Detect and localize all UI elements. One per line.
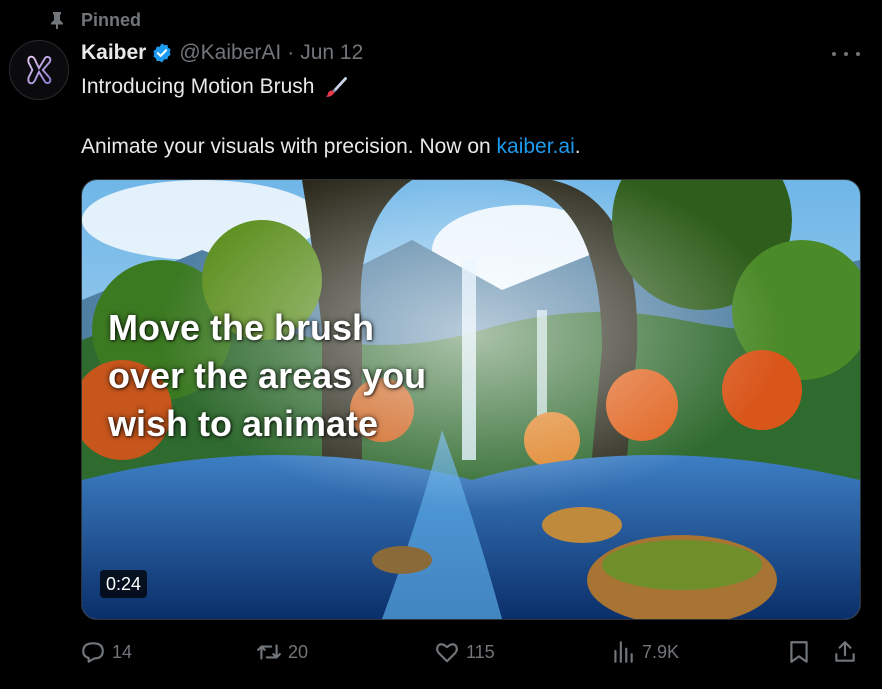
tweet-text-line1: Introducing Motion Brush	[81, 72, 348, 102]
tweet-actions: 14 20 115 7.9K	[0, 634, 882, 670]
like-button[interactable]: 115	[434, 634, 495, 670]
header-separator: ·	[287, 41, 295, 64]
more-dot	[844, 52, 848, 56]
paintbrush-icon	[326, 77, 348, 97]
analytics-icon	[614, 641, 633, 663]
video-overlay-caption: Move the brush over the areas you wish t…	[108, 307, 427, 444]
video-player[interactable]: Move the brush over the areas you wish t…	[81, 179, 861, 620]
tweet-text-suffix: .	[574, 135, 581, 158]
pinned-label: Pinned	[81, 9, 142, 30]
views-button[interactable]: 7.9K	[610, 634, 679, 670]
tweet-text-intro: Introducing Motion Brush	[81, 75, 315, 98]
kaiber-link[interactable]: kaiber.ai	[497, 135, 575, 159]
like-count: 115	[466, 641, 495, 662]
tweet-date[interactable]: Jun 12	[300, 41, 363, 65]
verified-badge-icon[interactable]	[151, 42, 173, 64]
pin-icon	[51, 12, 63, 29]
views-count: 7.9K	[642, 641, 680, 662]
retweet-icon	[257, 644, 281, 660]
author-name[interactable]: Kaiber	[81, 41, 146, 65]
tweet-header: Kaiber @KaiberAI · Jun 12	[81, 38, 363, 68]
kaiber-logo-icon	[27, 55, 52, 85]
more-dot	[832, 52, 836, 56]
avatar[interactable]	[9, 40, 69, 100]
more-options-button[interactable]	[832, 42, 860, 66]
reply-count: 14	[112, 641, 133, 662]
heart-icon	[436, 643, 458, 663]
more-dot	[856, 52, 860, 56]
share-icon	[835, 641, 855, 662]
tweet[interactable]: Pinned Kaiber @KaiberAI · Jun 12 Introdu…	[0, 0, 882, 689]
tweet-text-line2: Animate your visuals with precision. Now…	[81, 132, 581, 162]
share-button[interactable]	[832, 634, 858, 670]
video-duration-badge: 0:24	[100, 570, 148, 598]
reply-button[interactable]: 14	[80, 634, 132, 670]
tweet-text-prefix: Animate your visuals with precision. Now…	[81, 135, 497, 158]
bookmark-button[interactable]	[786, 634, 812, 670]
retweet-button[interactable]: 20	[256, 634, 308, 670]
reply-icon	[82, 642, 104, 663]
bookmark-icon	[790, 641, 808, 663]
author-handle[interactable]: @KaiberAI	[179, 41, 281, 65]
pinned-indicator: Pinned	[49, 8, 141, 32]
retweet-count: 20	[288, 641, 309, 662]
